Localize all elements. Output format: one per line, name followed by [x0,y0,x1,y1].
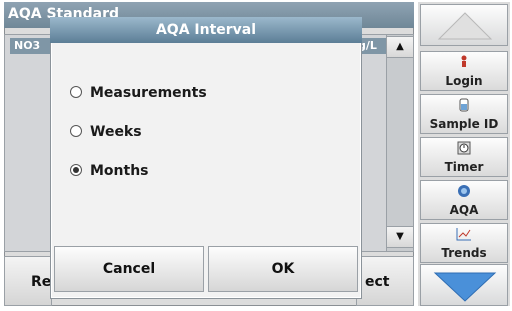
radio-label: Weeks [90,124,142,140]
trends-icon [421,227,507,245]
aqa-label: AQA [449,203,479,217]
background-right-button[interactable]: ect [356,256,414,306]
radio-option-measurements[interactable]: Measurements [70,82,207,104]
sample-id-label: Sample ID [429,117,499,131]
radio-button-selected-icon [70,164,82,176]
sample-id-button[interactable]: Sample ID [420,94,508,134]
radio-button-icon [70,125,82,137]
login-button[interactable]: Login [420,51,508,91]
scroll-down-button[interactable]: ▼ [386,226,414,248]
scroll-up-button[interactable]: ▲ [386,36,414,58]
nav-down-button[interactable] [420,264,508,306]
cancel-button[interactable]: Cancel [54,246,204,292]
scrollbar[interactable] [386,34,414,252]
trends-label: Trends [441,246,487,260]
background-column-header: NO3 [10,38,54,54]
aqa-button[interactable]: AQA [420,180,508,220]
timer-label: Timer [444,160,484,174]
timer-button[interactable]: Timer [420,137,508,177]
aqa-icon [421,184,507,202]
person-icon [421,55,507,73]
radio-label: Measurements [90,85,207,101]
radio-option-months[interactable]: Months [70,160,149,182]
triangle-up-icon: ▲ [396,41,404,52]
trends-button[interactable]: Trends [420,223,508,263]
radio-button-icon [70,86,82,98]
triangle-down-icon: ▼ [396,231,404,242]
nav-up-button[interactable] [420,4,508,46]
ok-button[interactable]: OK [208,246,358,292]
timer-icon [421,141,507,159]
dialog-title: AQA Interval [50,17,362,43]
login-label: Login [445,74,483,88]
arrow-down-icon [433,272,497,302]
background-left-button[interactable]: Re [4,256,52,306]
arrow-up-icon [437,12,493,40]
sample-vial-icon [421,98,507,116]
radio-label: Months [90,163,149,179]
radio-option-weeks[interactable]: Weeks [70,121,142,143]
